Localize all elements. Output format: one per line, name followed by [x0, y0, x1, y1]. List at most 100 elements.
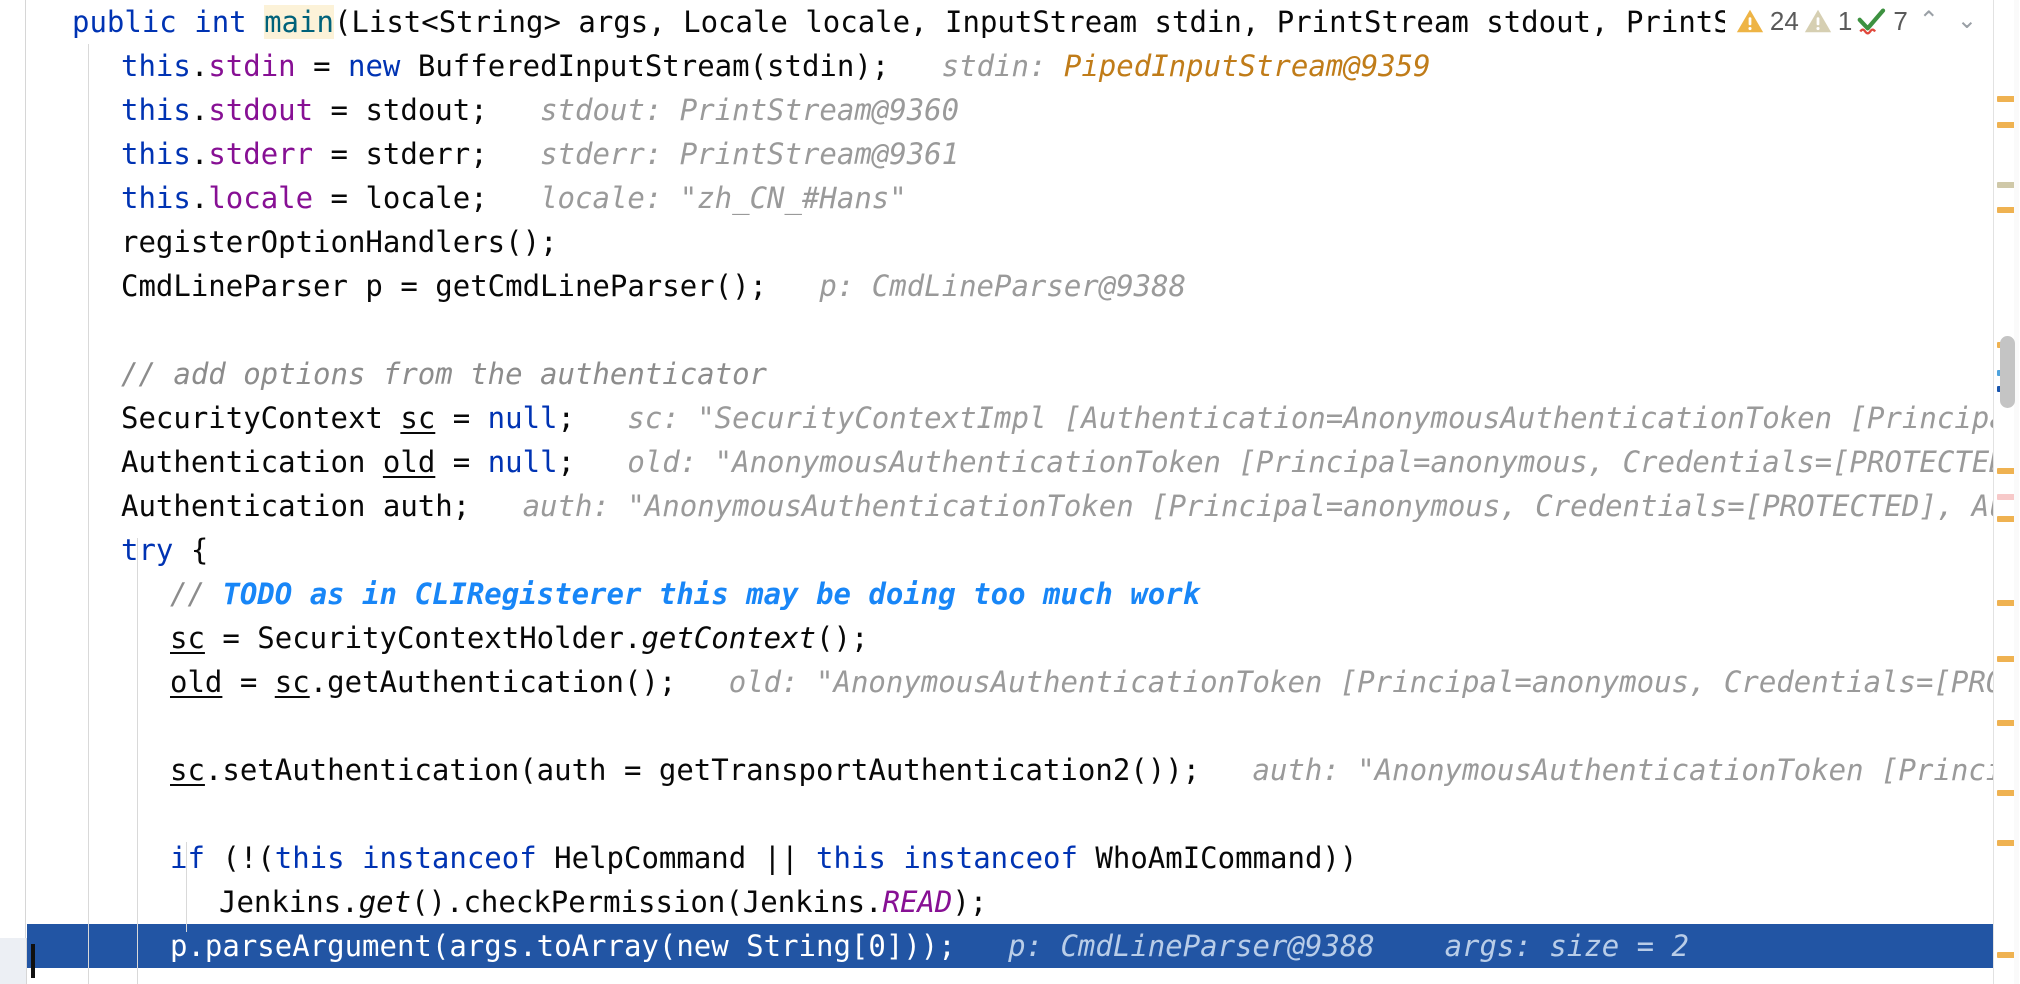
code-line[interactable]: this.locale = locale; locale: "zh_CN_#Ha…: [27, 176, 1993, 220]
token-meth: get: [358, 885, 412, 919]
token-plain: = stderr;: [313, 137, 488, 171]
code-line-selected[interactable]: p.parseArgument(args.toArray(new String[…: [27, 924, 1993, 968]
token-plain: .setAuthentication(auth = getTransportAu…: [204, 753, 1201, 787]
code-line[interactable]: old = sc.getAuthentication(); old: "Anon…: [27, 660, 1993, 704]
code-line[interactable]: [27, 792, 1993, 836]
token-uvar: sc: [274, 665, 310, 699]
token-todo: TODO as in CLIRegisterer this may be doi…: [222, 577, 1201, 611]
code-line[interactable]: Authentication auth; auth: "AnonymousAut…: [27, 484, 1993, 528]
token-plain: .: [190, 181, 209, 215]
token-kw: this: [121, 137, 191, 171]
token-hint: stdin:: [889, 49, 1064, 83]
token-kw: new: [676, 929, 729, 963]
token-plain: =: [435, 445, 488, 479]
token-plain: BufferedInputStream(stdin);: [400, 49, 890, 83]
text-caret: [31, 944, 35, 978]
inspection-widget[interactable]: 24 1 7 ⌃ ⌄: [1724, 0, 1990, 42]
code-line-text: this.locale = locale; locale: "zh_CN_#Ha…: [27, 176, 907, 220]
code-line[interactable]: this.stdin = new BufferedInputStream(std…: [27, 44, 1993, 88]
token-uvar: sc: [170, 621, 205, 655]
typo-group[interactable]: 7: [1856, 6, 1908, 37]
token-plain: registerOptionHandlers();: [121, 225, 558, 259]
checkmark-squiggle-icon: [1856, 6, 1888, 36]
token-uvar: old: [170, 665, 223, 699]
token-kw: this: [121, 49, 191, 83]
warning-group[interactable]: 24: [1735, 6, 1799, 37]
token-plain: Authentication: [121, 445, 383, 479]
token-hint: p: CmdLineParser@9388: [955, 929, 1375, 963]
code-line[interactable]: this.stderr = stderr; stderr: PrintStrea…: [27, 132, 1993, 176]
code-line[interactable]: try {: [27, 528, 1993, 572]
token-kw: null: [487, 401, 558, 435]
code-line[interactable]: sc = SecurityContextHolder.getContext();: [27, 616, 1993, 660]
weak-warning-group[interactable]: 1: [1803, 6, 1852, 37]
weak-warning-count: 1: [1837, 5, 1853, 36]
code-line-text: old = sc.getAuthentication(); old: "Anon…: [27, 660, 1993, 704]
token-field: stdin: [208, 49, 296, 83]
code-line-text: this.stdin = new BufferedInputStream(std…: [27, 44, 1431, 88]
code-line[interactable]: Authentication old = null; old: "Anonymo…: [27, 440, 1993, 484]
code-line[interactable]: sc.setAuthentication(auth = getTransport…: [27, 748, 1993, 792]
token-uvar: sc: [170, 753, 205, 787]
code-line[interactable]: CmdLineParser p = getCmdLineParser(); p:…: [27, 264, 1993, 308]
code-line[interactable]: Jenkins.get().checkPermission(Jenkins.RE…: [27, 880, 1993, 924]
token-plain: (!(: [204, 841, 275, 875]
token-plain: =: [435, 401, 488, 435]
token-hintnum: PipedInputStream@9359: [1063, 49, 1431, 83]
token-plain: ;: [557, 445, 575, 479]
token-kw: null: [487, 445, 558, 479]
code-line[interactable]: SecurityContext sc = null; sc: "Security…: [27, 396, 1993, 440]
token-plain: Jenkins.: [219, 885, 359, 919]
token-plain: = stdout;: [313, 93, 488, 127]
code-line[interactable]: [27, 704, 1993, 748]
token-hint: old: "AnonymousAuthenticationToken [Prin…: [627, 445, 1993, 479]
token-plain: p.parseArgument(args.toArray(: [170, 929, 677, 963]
token-cmt: // add options from the authenticator: [121, 357, 768, 391]
token-hint: args: size = 2: [1374, 929, 1690, 963]
code-line-text: p.parseArgument(args.toArray(new String[…: [27, 924, 1689, 968]
token-plain: WhoAmICommand)): [1077, 841, 1358, 875]
token-hint: old: "AnonymousAuthenticationToken [Prin…: [728, 665, 1993, 699]
code-line[interactable]: this.stdout = stdout; stdout: PrintStrea…: [27, 88, 1993, 132]
code-editor[interactable]: public int main(List<String> args, Local…: [0, 0, 2020, 984]
token-plain: String[: [728, 929, 869, 963]
token-plain: .: [190, 137, 209, 171]
token-plain: = SecurityContextHolder.: [204, 621, 642, 655]
prev-problem-icon[interactable]: ⌃: [1912, 9, 1946, 33]
code-line-text: registerOptionHandlers();: [27, 220, 558, 264]
token-kw: this: [274, 841, 345, 875]
token-field: locale: [208, 181, 314, 215]
code-line[interactable]: if (!(this instanceof HelpCommand || thi…: [27, 836, 1993, 880]
token-field: stdout: [208, 93, 314, 127]
token-plain: 0: [868, 929, 886, 963]
code-line-text: if (!(this instanceof HelpCommand || thi…: [27, 836, 1357, 880]
editor-gutter[interactable]: [0, 0, 26, 984]
code-line[interactable]: public int main(List<String> args, Local…: [27, 0, 1993, 44]
token-plain: );: [952, 885, 988, 919]
token-plain: Authentication auth;: [121, 489, 471, 523]
token-kw: try: [121, 533, 174, 567]
token-hint: p: CmdLineParser@9388: [767, 269, 1187, 303]
code-line[interactable]: // add options from the authenticator: [27, 352, 1993, 396]
code-surface[interactable]: public int main(List<String> args, Local…: [27, 0, 1993, 984]
token-hint: stderr: PrintStream@9361: [487, 137, 960, 171]
code-line[interactable]: registerOptionHandlers();: [27, 220, 1993, 264]
token-uvar: sc: [400, 401, 436, 435]
code-line-text: SecurityContext sc = null; sc: "Security…: [27, 396, 1993, 440]
next-problem-icon[interactable]: ⌄: [1950, 9, 1984, 33]
code-line-text: Authentication auth; auth: "AnonymousAut…: [27, 484, 1993, 528]
token-kw: instanceof: [362, 841, 537, 875]
code-line-text: Authentication old = null; old: "Anonymo…: [27, 440, 1993, 484]
token-plain: .getAuthentication();: [309, 665, 677, 699]
code-line[interactable]: // TODO as in CLIRegisterer this may be …: [27, 572, 1993, 616]
scrollbar-track: [2014, 0, 2019, 984]
scrollbar-thumb[interactable]: [2000, 336, 2015, 408]
token-plain: ;: [557, 401, 575, 435]
code-line[interactable]: [27, 308, 1993, 352]
code-line-text: sc.setAuthentication(auth = getTransport…: [27, 748, 1993, 792]
warning-count: 24: [1769, 5, 1799, 36]
code-line-text: public int main(List<String> args, Local…: [27, 0, 1905, 44]
error-stripe-marker-bar[interactable]: [1993, 0, 2020, 984]
